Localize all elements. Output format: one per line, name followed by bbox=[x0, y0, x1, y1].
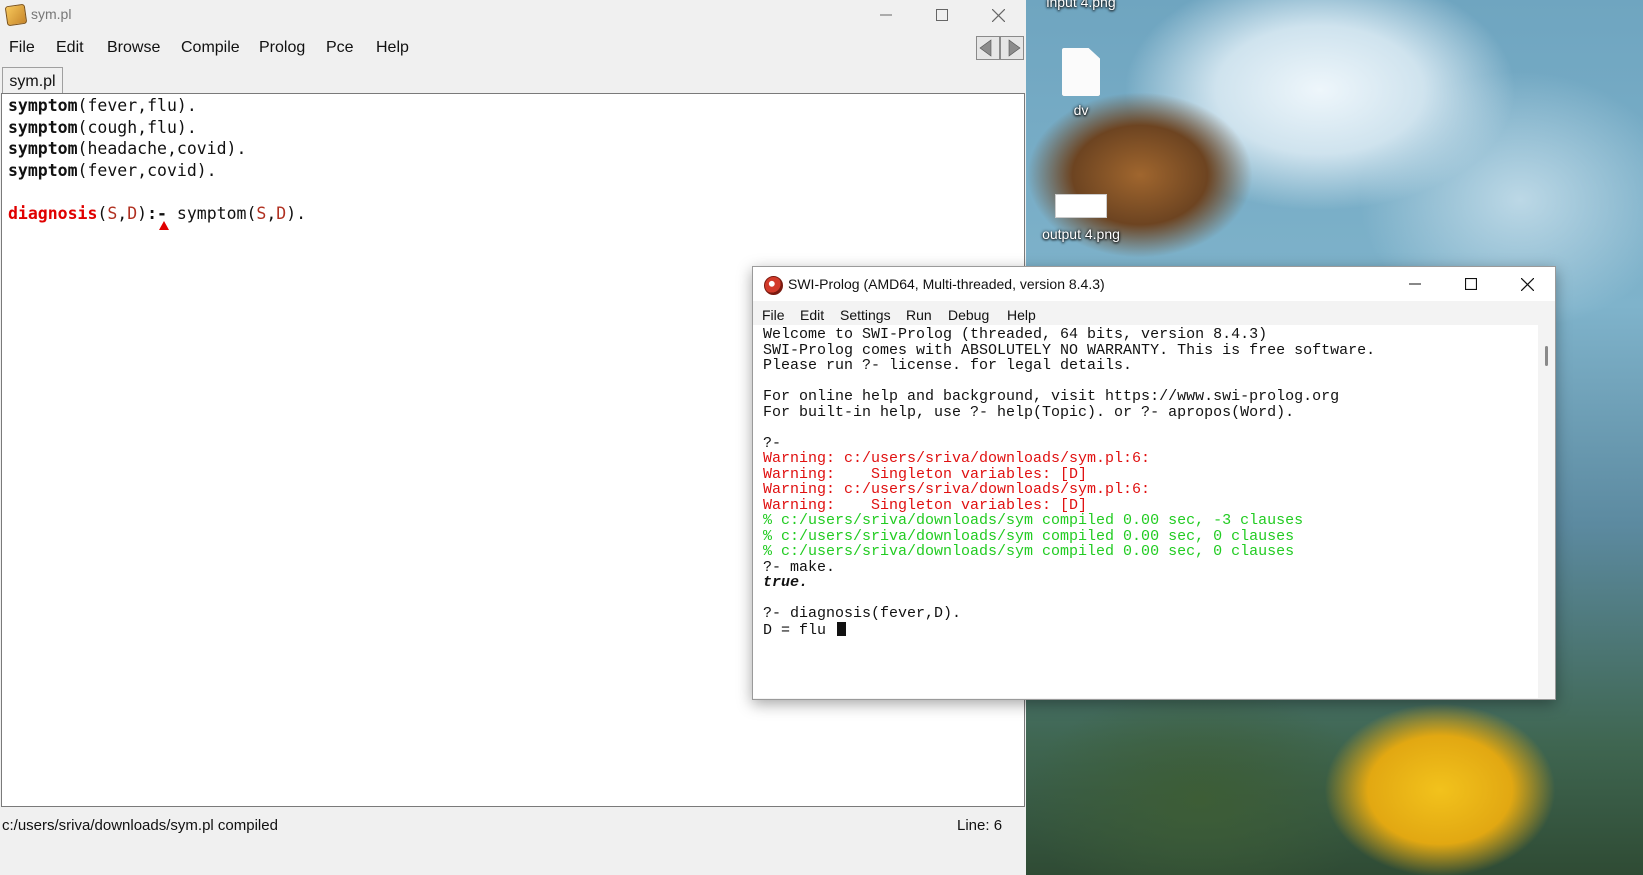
console-scrollbar[interactable] bbox=[1539, 325, 1554, 698]
menu-file[interactable]: File bbox=[762, 307, 785, 323]
predicate-name: symptom bbox=[8, 139, 78, 158]
predicate-name: symptom bbox=[8, 161, 78, 180]
arrow-left-icon bbox=[979, 39, 992, 57]
scrollbar-thumb[interactable] bbox=[1545, 346, 1548, 366]
text-cursor bbox=[837, 621, 847, 636]
menu-prolog[interactable]: Prolog bbox=[259, 39, 305, 57]
console-answer-line: D = flu bbox=[763, 621, 847, 639]
paren: ). bbox=[286, 204, 307, 223]
console-line: For built-in help, use ?- help(Topic). o… bbox=[763, 403, 1295, 421]
paren: ( bbox=[97, 204, 108, 223]
desktop-icon-output-png[interactable]: output 4.png bbox=[1033, 194, 1129, 242]
editor-titlebar[interactable]: sym.pl bbox=[0, 0, 1026, 30]
console-line: For online help and background, visit ht… bbox=[763, 388, 1340, 405]
menu-edit[interactable]: Edit bbox=[800, 307, 824, 323]
desktop-icon-dv[interactable]: dv bbox=[1033, 48, 1129, 118]
console-warning-line: Warning: c:/users/sriva/downloads/sym.pl… bbox=[763, 450, 1151, 467]
code-line-rule: diagnosis(S,D):- symptom(S,D). bbox=[8, 203, 306, 225]
console-warning-line: Warning: c:/users/sriva/downloads/sym.pl… bbox=[763, 481, 1151, 498]
swipl-owl-icon bbox=[764, 276, 783, 295]
code-line: symptom(fever,covid). bbox=[8, 160, 217, 182]
forward-arrow-button[interactable] bbox=[1000, 36, 1024, 60]
file-icon bbox=[1062, 48, 1100, 96]
tab-sym-pl[interactable]: sym.pl bbox=[2, 67, 63, 93]
rule-head: diagnosis bbox=[8, 204, 98, 223]
paren: ) bbox=[137, 204, 148, 223]
singleton-warning-marker-icon bbox=[159, 221, 169, 230]
menu-help[interactable]: Help bbox=[376, 39, 409, 57]
variable: S bbox=[256, 204, 267, 223]
predicate-args: (cough,flu). bbox=[77, 118, 197, 137]
maximize-button[interactable] bbox=[914, 0, 970, 30]
comma: , bbox=[117, 204, 128, 223]
desktop-icon-label: dv bbox=[1073, 102, 1089, 118]
menu-edit[interactable]: Edit bbox=[56, 39, 84, 57]
console-info-line: % c:/users/sriva/downloads/sym compiled … bbox=[763, 543, 1295, 560]
status-message: c:/users/sriva/downloads/sym.pl compiled bbox=[2, 817, 278, 834]
swipl-console-window: SWI-Prolog (AMD64, Multi-threaded, versi… bbox=[752, 266, 1556, 700]
desktop-icon-label: output 4.png bbox=[1042, 226, 1120, 242]
back-arrow-button[interactable] bbox=[976, 36, 1000, 60]
desktop-icon-label: input 4.png bbox=[1046, 0, 1116, 10]
menu-compile[interactable]: Compile bbox=[181, 39, 240, 57]
variable: D bbox=[276, 204, 287, 223]
code-line: symptom(fever,flu). bbox=[8, 95, 197, 117]
close-icon bbox=[991, 8, 1005, 22]
editor-window-title: sym.pl bbox=[31, 6, 72, 22]
predicate-name: symptom bbox=[8, 118, 78, 137]
minimize-button[interactable] bbox=[858, 0, 914, 30]
menu-file[interactable]: File bbox=[9, 39, 35, 57]
console-info-line: % c:/users/sriva/downloads/sym compiled … bbox=[763, 512, 1304, 529]
menu-settings[interactable]: Settings bbox=[840, 307, 891, 323]
close-icon bbox=[1520, 277, 1534, 291]
arrow-right-icon bbox=[1008, 39, 1021, 57]
code-line: symptom(headache,covid). bbox=[8, 138, 246, 160]
close-button[interactable] bbox=[1499, 267, 1555, 301]
line-indicator: Line: 6 bbox=[957, 817, 1003, 834]
minimize-icon bbox=[1409, 283, 1421, 285]
rule-body: symptom( bbox=[166, 204, 257, 223]
console-query: ?- diagnosis(fever,D). bbox=[763, 605, 962, 622]
console-titlebar[interactable]: SWI-Prolog (AMD64, Multi-threaded, versi… bbox=[753, 267, 1555, 301]
maximize-button[interactable] bbox=[1443, 267, 1499, 301]
maximize-icon bbox=[1465, 278, 1477, 290]
console-line: Welcome to SWI-Prolog (threaded, 64 bits… bbox=[763, 326, 1268, 343]
menu-pce[interactable]: Pce bbox=[326, 39, 354, 57]
menu-debug[interactable]: Debug bbox=[948, 307, 989, 323]
menu-browse[interactable]: Browse bbox=[107, 39, 160, 57]
predicate-args: (fever,covid). bbox=[77, 161, 217, 180]
editor-menubar: File Edit Browse Compile Prolog Pce Help bbox=[0, 34, 1026, 62]
close-button[interactable] bbox=[970, 0, 1026, 30]
image-thumbnail-icon bbox=[1055, 194, 1107, 218]
variable: D bbox=[127, 204, 138, 223]
console-result: true. bbox=[763, 574, 809, 591]
minimize-button[interactable] bbox=[1387, 267, 1443, 301]
maximize-icon bbox=[936, 9, 948, 21]
menu-help[interactable]: Help bbox=[1007, 307, 1036, 323]
console-menubar: File Edit Settings Run Debug Help bbox=[753, 303, 1555, 325]
editor-statusbar: c:/users/sriva/downloads/sym.pl compiled… bbox=[0, 814, 1026, 836]
predicate-args: (fever,flu). bbox=[77, 96, 197, 115]
console-answer: D = flu bbox=[763, 621, 836, 639]
menu-run[interactable]: Run bbox=[906, 307, 932, 323]
console-line: Please run ?- license. for legal details… bbox=[763, 357, 1133, 374]
comma: , bbox=[266, 204, 277, 223]
console-window-title: SWI-Prolog (AMD64, Multi-threaded, versi… bbox=[788, 276, 1105, 292]
variable: S bbox=[107, 204, 118, 223]
code-line: symptom(cough,flu). bbox=[8, 117, 197, 139]
console-output[interactable]: Welcome to SWI-Prolog (threaded, 64 bits… bbox=[753, 325, 1538, 698]
pce-editor-app-icon bbox=[4, 3, 28, 27]
predicate-name: symptom bbox=[8, 96, 78, 115]
desktop-icon-input-png[interactable]: input 4.png bbox=[1033, 0, 1129, 10]
minimize-icon bbox=[880, 14, 892, 16]
predicate-args: (headache,covid). bbox=[77, 139, 247, 158]
